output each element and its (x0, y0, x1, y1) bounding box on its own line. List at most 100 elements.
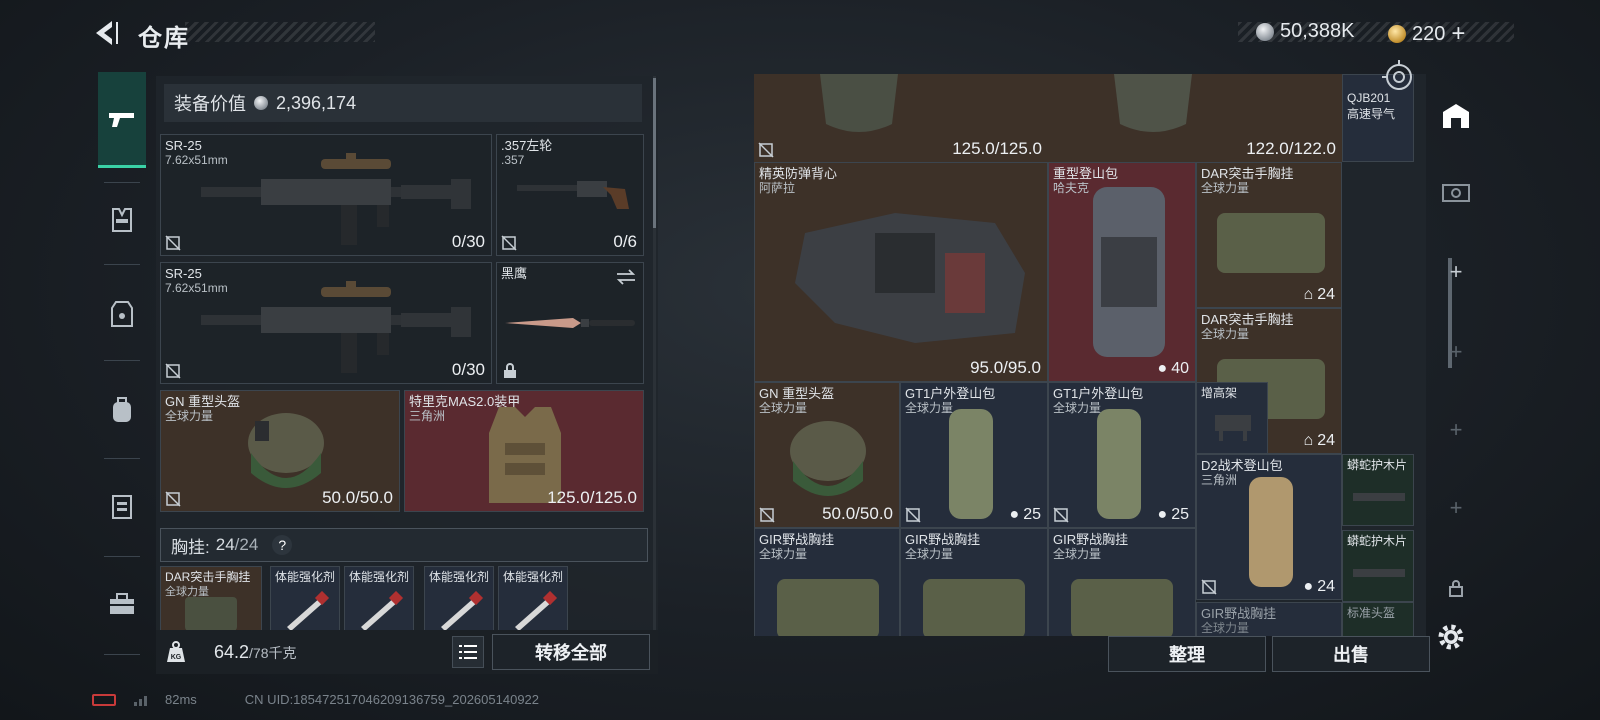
consumable-item[interactable]: 体能强化剂 (498, 566, 568, 634)
item-brand: 三角洲 (1201, 473, 1238, 487)
add-currency-button[interactable]: + (1451, 20, 1465, 48)
armor-vest-image (820, 74, 898, 132)
chest-rig-image (777, 579, 879, 636)
no-insure-icon (501, 235, 517, 251)
ammo-count: 0/6 (613, 232, 637, 251)
item-brand: 三角洲 (409, 409, 446, 423)
grid-item[interactable]: 125.0/125.0 (754, 74, 1048, 162)
equip-value-label: 装备价值 (174, 94, 246, 114)
lock-toggle[interactable] (1432, 564, 1480, 612)
item-name: GN 重型头盔 (165, 394, 241, 409)
grid-item[interactable]: 重型登山包 哈夫克 ● 40 (1048, 162, 1196, 382)
tab-toolbox[interactable] (98, 580, 146, 628)
item-brand: 全球力量 (165, 409, 214, 423)
tab-armor[interactable] (98, 290, 146, 338)
item-name: 体能强化剂 (275, 570, 336, 584)
item-brand: 全球力量 (759, 547, 808, 561)
back-arrow-icon[interactable] (90, 18, 120, 48)
helmet-slot[interactable]: GN 重型头盔 全球力量 50.0/50.0 (160, 390, 400, 512)
add-storage-button[interactable]: + (1432, 406, 1480, 454)
grid-item[interactable]: GIR野战胸挂 全球力量 (1048, 528, 1196, 636)
weight-bar: KG 64.2/78千克 转移全部 (156, 630, 658, 674)
tab-vault[interactable] (1432, 168, 1480, 216)
page-title: 仓库 (138, 25, 190, 52)
sort-button[interactable]: 整理 (1108, 636, 1266, 672)
silver-coin-icon (1256, 22, 1274, 41)
divider (104, 654, 140, 655)
list-view-button[interactable] (452, 636, 484, 668)
weight-icon: KG (167, 641, 185, 662)
grid-item[interactable]: GN 重型头盔 全球力量 50.0/50.0 (754, 382, 900, 528)
backpack-image (1249, 477, 1293, 587)
secondary-weapon-slot[interactable]: .357左轮 .357 0/6 (496, 134, 644, 256)
add-storage-button[interactable]: + (1432, 484, 1480, 532)
item-name: 体能强化剂 (429, 570, 490, 584)
armor-slot[interactable]: 特里克MAS2.0装甲 三角洲 125.0/125.0 (404, 390, 644, 512)
tab-weapons[interactable] (98, 72, 146, 168)
item-brand: 全球力量 (1201, 181, 1250, 195)
injector-image (361, 591, 404, 631)
item-name: DAR突击手胸挂 (165, 570, 251, 584)
grid-item[interactable]: 蟒蛇护木片 (1342, 454, 1414, 526)
backpack-icon: ● (1009, 506, 1020, 523)
add-storage-button[interactable]: + (1432, 248, 1480, 296)
grid-item[interactable]: GT1户外登山包 全球力量 ● 25 (900, 382, 1048, 528)
item-name: 黑鹰 (501, 266, 528, 281)
no-insure-icon (165, 363, 181, 379)
no-insure-icon (165, 235, 181, 251)
capacity: ⌂ 24 (1303, 286, 1335, 303)
divider (104, 556, 140, 557)
no-insure-icon (1053, 507, 1069, 523)
tab-case[interactable] (98, 482, 146, 530)
grid-item[interactable]: 增高架 (1196, 382, 1268, 454)
chest-rig-item[interactable]: DAR突击手胸挂 全球力量 (160, 566, 262, 634)
weight-max: /78千克 (249, 645, 297, 661)
rig-icon: ⌂ (1303, 286, 1314, 303)
item-name: 体能强化剂 (349, 570, 410, 584)
consumable-item[interactable]: 体能强化剂 (344, 566, 414, 634)
grid-item[interactable]: 蟒蛇护木片 (1342, 530, 1414, 602)
grid-item[interactable]: 精英防弹背心 阿萨拉 95.0/95.0 (754, 162, 1048, 382)
item-sub: 高速导气 (1347, 107, 1396, 121)
primary-weapon-slot-2[interactable]: SR-25 7.62x51mm 0/30 (160, 262, 492, 384)
item-name: GT1户外登山包 (905, 386, 996, 401)
armor-icon (111, 301, 133, 327)
grid-item[interactable]: DAR突击手胸挂 全球力量 ⌂ 24 (1196, 162, 1342, 308)
target-icon[interactable] (1382, 60, 1416, 94)
capacity: ● 24 (1303, 578, 1335, 595)
grid-item[interactable]: GIR野战胸挂 全球力量 (1196, 602, 1342, 636)
chest-rig-image (923, 579, 1025, 636)
tab-backpack[interactable] (98, 386, 146, 434)
grid-item[interactable]: D2战术登山包 三角洲 ● 24 (1196, 454, 1342, 600)
grid-item[interactable]: GIR野战胸挂 全球力量 (754, 528, 900, 636)
capacity: ● 25 (1157, 506, 1189, 523)
grid-item[interactable]: GT1户外登山包 全球力量 ● 25 (1048, 382, 1196, 528)
grid-item[interactable]: GIR野战胸挂 全球力量 (900, 528, 1048, 636)
grid-item[interactable]: 标准头盔 (1342, 602, 1414, 636)
rifle-image (201, 153, 471, 245)
melee-slot[interactable]: 黑鹰 (496, 262, 644, 384)
tab-chest-rig[interactable] (98, 196, 146, 244)
consumable-item[interactable]: 体能强化剂 (270, 566, 340, 634)
title-decoration (185, 22, 375, 42)
chest-rig-capacity-bar: 胸挂: 24/24 ? (160, 528, 648, 562)
tab-warehouse[interactable] (1432, 92, 1480, 140)
item-name: GIR野战胸挂 (1201, 606, 1277, 621)
injector-image (287, 591, 330, 631)
settings-gear-icon[interactable] (1436, 622, 1466, 652)
durability: 50.0/50.0 (322, 488, 393, 507)
loadout-panel: 装备价值 2,396,174 SR-25 7.62x51mm 0/30 .357… (156, 76, 658, 636)
grid-item[interactable]: 122.0/122.0 (1048, 74, 1342, 162)
sell-button[interactable]: 出售 (1272, 636, 1430, 672)
storage-sidebar: + + + + (1432, 78, 1480, 678)
consumable-item[interactable]: 体能强化剂 (424, 566, 494, 634)
divider (104, 458, 140, 459)
backpack-icon: ● (1303, 578, 1314, 595)
scrollbar[interactable] (653, 78, 656, 228)
swap-icon[interactable] (615, 269, 637, 285)
add-storage-button[interactable]: + (1432, 328, 1480, 376)
chest-rig-icon (112, 208, 132, 232)
transfer-all-button[interactable]: 转移全部 (492, 634, 650, 670)
primary-weapon-slot[interactable]: SR-25 7.62x51mm 0/30 (160, 134, 492, 256)
help-button[interactable]: ? (272, 535, 293, 555)
